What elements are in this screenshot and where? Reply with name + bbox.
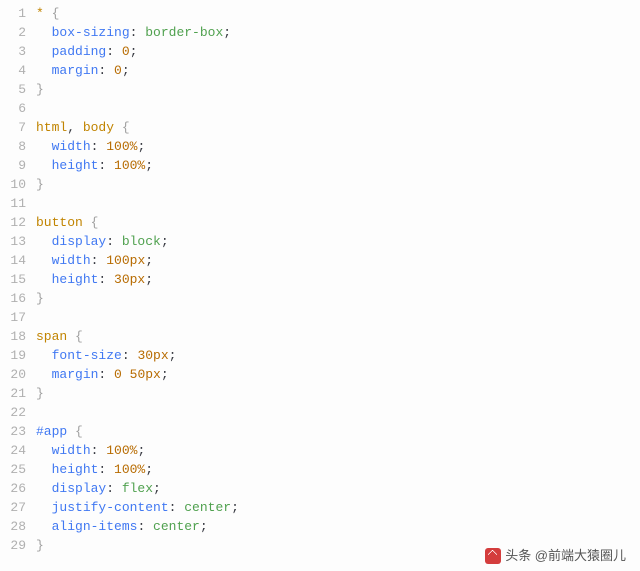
line-number: 13 (0, 232, 26, 251)
code-line: * { (36, 4, 640, 23)
code-line: width: 100%; (36, 441, 640, 460)
line-number: 10 (0, 175, 26, 194)
code-line: span { (36, 327, 640, 346)
code-line: html, body { (36, 118, 640, 137)
code-line (36, 308, 640, 327)
line-number: 25 (0, 460, 26, 479)
watermark-label: 头条 @前端大猿圈儿 (505, 546, 626, 565)
code-line: height: 30px; (36, 270, 640, 289)
code-line (36, 194, 640, 213)
line-number: 26 (0, 479, 26, 498)
line-number: 11 (0, 194, 26, 213)
line-number: 28 (0, 517, 26, 536)
line-number: 7 (0, 118, 26, 137)
line-number: 15 (0, 270, 26, 289)
line-number: 23 (0, 422, 26, 441)
line-number: 18 (0, 327, 26, 346)
code-line (36, 403, 640, 422)
code-line: box-sizing: border-box; (36, 23, 640, 42)
line-number: 2 (0, 23, 26, 42)
code-line: } (36, 384, 640, 403)
code-line: } (36, 175, 640, 194)
line-number: 8 (0, 137, 26, 156)
line-number: 14 (0, 251, 26, 270)
code-line: height: 100%; (36, 156, 640, 175)
code-line: } (36, 289, 640, 308)
code-line: width: 100%; (36, 137, 640, 156)
code-line: padding: 0; (36, 42, 640, 61)
line-number: 4 (0, 61, 26, 80)
watermark: 头条 @前端大猿圈儿 (485, 546, 626, 565)
code-line: height: 100%; (36, 460, 640, 479)
line-number: 1 (0, 4, 26, 23)
line-number: 12 (0, 213, 26, 232)
code-line (36, 99, 640, 118)
line-number: 27 (0, 498, 26, 517)
line-number: 16 (0, 289, 26, 308)
code-line: width: 100px; (36, 251, 640, 270)
code-editor: 1234567891011121314151617181920212223242… (0, 0, 640, 555)
code-line: margin: 0; (36, 61, 640, 80)
line-number: 22 (0, 403, 26, 422)
line-number: 19 (0, 346, 26, 365)
code-line: display: block; (36, 232, 640, 251)
line-number: 5 (0, 80, 26, 99)
toutiao-logo-icon (485, 548, 501, 564)
code-line: justify-content: center; (36, 498, 640, 517)
line-number: 20 (0, 365, 26, 384)
code-line: button { (36, 213, 640, 232)
line-number: 6 (0, 99, 26, 118)
code-line: display: flex; (36, 479, 640, 498)
line-number: 21 (0, 384, 26, 403)
code-content: * { box-sizing: border-box; padding: 0; … (36, 4, 640, 555)
code-line: font-size: 30px; (36, 346, 640, 365)
line-number-gutter: 1234567891011121314151617181920212223242… (0, 4, 36, 555)
line-number: 9 (0, 156, 26, 175)
line-number: 24 (0, 441, 26, 460)
code-line: align-items: center; (36, 517, 640, 536)
code-line: #app { (36, 422, 640, 441)
code-line: margin: 0 50px; (36, 365, 640, 384)
line-number: 17 (0, 308, 26, 327)
line-number: 29 (0, 536, 26, 555)
line-number: 3 (0, 42, 26, 61)
code-line: } (36, 80, 640, 99)
